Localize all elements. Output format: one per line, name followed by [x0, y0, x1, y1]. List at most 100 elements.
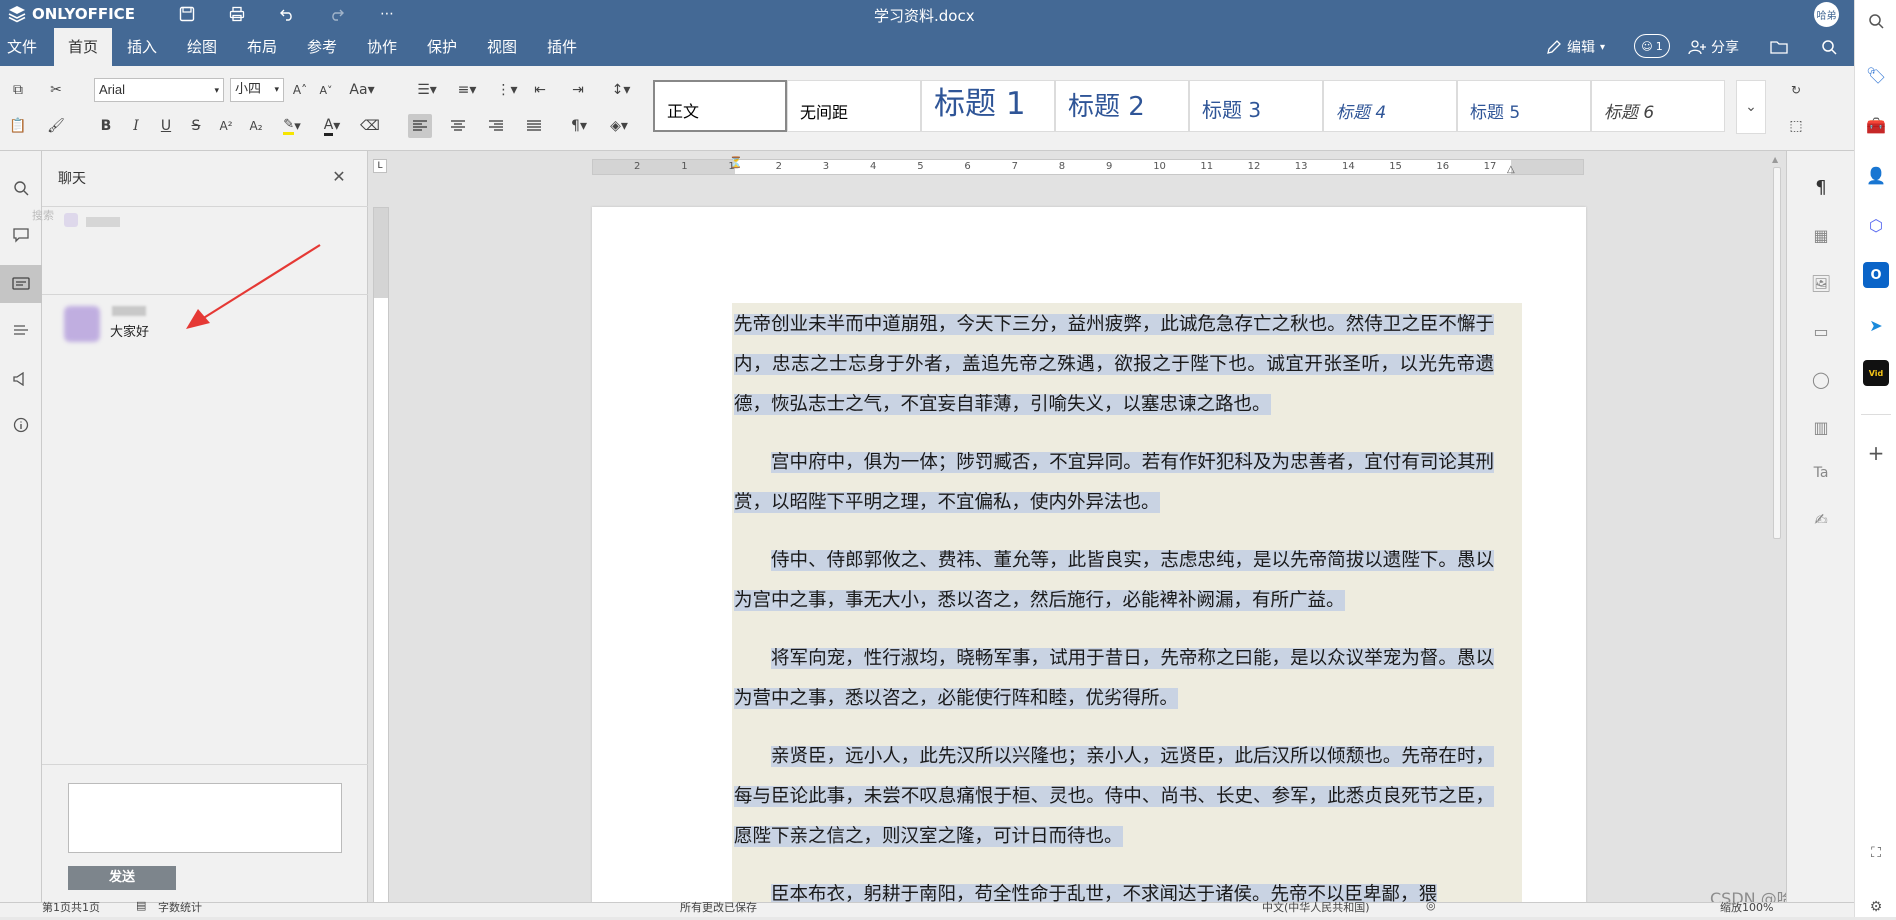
paragraph-3[interactable]: 侍中、侍郎郭攸之、费祎、董允等，此皆良实，志虑忠纯，是以先帝简拔以遗陛下。愚以为… — [734, 541, 1494, 621]
decrease-indent-icon[interactable]: ⇤ — [528, 78, 552, 102]
vertical-ruler[interactable] — [373, 207, 389, 902]
font-name-select[interactable]: Arial ▾ — [94, 78, 224, 102]
style-heading-5[interactable]: 标题 5 — [1457, 80, 1591, 132]
bullet-list-icon[interactable]: ☰▾ — [410, 78, 444, 102]
share-button[interactable]: 分享 — [1688, 28, 1739, 66]
style-heading-4[interactable]: 标题 4 — [1323, 80, 1457, 132]
paragraph-4[interactable]: 将军向宠，性行淑均，晓畅军事，试用于昔日，先帝称之曰能，是以众议举宠为督。愚以为… — [734, 639, 1494, 719]
line-spacing-icon[interactable]: ↕▾ — [604, 78, 638, 102]
vertical-scrollbar[interactable]: ▲ — [1772, 155, 1782, 900]
decrease-font-icon[interactable]: A˅ — [314, 78, 338, 102]
align-right-icon[interactable] — [484, 114, 508, 138]
style-heading-2[interactable]: 标题 2 — [1055, 80, 1189, 132]
font-size-select[interactable]: 小四 ▾ — [230, 78, 284, 102]
comments-icon[interactable] — [9, 223, 33, 247]
numbered-list-icon[interactable]: ≡▾ — [450, 78, 484, 102]
font-color-icon[interactable]: A ▾ — [316, 114, 348, 138]
chart-settings-icon[interactable]: ▥ — [1809, 415, 1833, 439]
scroll-thumb[interactable] — [1773, 167, 1781, 539]
add-plugin-icon[interactable]: + — [1863, 440, 1889, 466]
info-icon[interactable] — [9, 413, 33, 437]
styles-expand-icon[interactable]: ⌄ — [1736, 80, 1766, 134]
cut-icon[interactable]: ✂ — [44, 78, 68, 102]
tab-plugins[interactable]: 插件 — [540, 28, 584, 66]
word-count[interactable]: 字数统计 — [158, 899, 202, 915]
paragraph-6[interactable]: 臣本布衣，躬耕于南阳，苟全性命于乱世，不求闻达于诸侯。先帝不以臣卑鄙，猥 — [734, 875, 1494, 902]
scroll-up-icon[interactable]: ▲ — [1772, 155, 1778, 164]
strikethrough-button[interactable]: S — [184, 114, 208, 138]
paste-icon[interactable]: 📋 — [6, 114, 30, 138]
align-left-icon[interactable] — [408, 114, 432, 138]
tab-insert[interactable]: 插入 — [120, 28, 164, 66]
select-all-icon[interactable]: ⬚ — [1784, 114, 1808, 138]
zoom-level[interactable]: 缩放100% — [1720, 899, 1773, 915]
indent-marker-icon[interactable]: ⏳ — [729, 156, 743, 169]
paragraph-marks-icon[interactable]: ¶▾ — [564, 114, 594, 138]
tab-view[interactable]: 视图 — [480, 28, 524, 66]
clear-format-icon[interactable]: ⌫ — [358, 114, 382, 138]
increase-indent-icon[interactable]: ⇥ — [566, 78, 590, 102]
tab-home[interactable]: 首页 — [54, 28, 112, 66]
style-heading-1[interactable]: 标题 1 — [921, 80, 1055, 132]
more-icon[interactable]: ⋯ — [376, 3, 398, 25]
outlook-plugin-icon[interactable]: O — [1863, 262, 1889, 288]
horizontal-ruler[interactable]: 2 1 1 2 3 4 5 6 7 8 9 10 11 12 13 14 15 16 17 ⏳ △ — [592, 156, 1584, 175]
change-case-icon[interactable]: Aa▾ — [344, 78, 380, 102]
justify-icon[interactable] — [522, 114, 546, 138]
page-indicator[interactable]: 第1页共1页 — [42, 899, 100, 915]
feedback-icon[interactable] — [9, 367, 33, 391]
table-settings-icon[interactable]: ▦ — [1809, 223, 1833, 247]
subscript-icon[interactable]: A₂ — [244, 114, 268, 138]
paragraph-2[interactable]: 宫中府中，俱为一体；陟罚臧否，不宜异同。若有作奸犯科及为忠善者，宜付有司论其刑赏… — [734, 443, 1494, 523]
format-painter-icon[interactable]: 🖌 — [44, 114, 68, 138]
style-no-spacing[interactable]: 无间距 — [787, 80, 921, 132]
copilot-plugin-icon[interactable]: ⬡ — [1863, 212, 1889, 238]
print-icon[interactable] — [226, 3, 248, 25]
paragraph-1[interactable]: 先帝创业未半而中道崩殂，今天下三分，益州疲弊，此诚危急存亡之秋也。然侍卫之臣不懈… — [734, 305, 1494, 425]
textart-settings-icon[interactable]: Ta — [1809, 461, 1833, 485]
search-icon[interactable] — [1863, 8, 1889, 34]
tab-protection[interactable]: 保护 — [420, 28, 464, 66]
right-indent-marker-icon[interactable]: △ — [1507, 164, 1515, 175]
signature-settings-icon[interactable]: ✍ — [1809, 507, 1833, 531]
style-heading-6[interactable]: 标题 6 — [1591, 80, 1725, 132]
tab-draw[interactable]: 绘图 — [180, 28, 224, 66]
copy-icon[interactable]: ⧉ — [6, 78, 30, 102]
tag-plugin-icon[interactable]: 🏷 — [1863, 62, 1889, 88]
header-footer-icon[interactable]: ▭ — [1809, 319, 1833, 343]
spellcheck-icon[interactable]: ◎ — [1426, 899, 1436, 912]
language-select[interactable]: 中文(中华人民共和国) — [1262, 899, 1370, 915]
multilevel-list-icon[interactable]: ⋮▾ — [490, 78, 524, 102]
italic-button[interactable]: I — [124, 114, 148, 138]
tab-layout[interactable]: 布局 — [240, 28, 284, 66]
ruler-corner[interactable]: L — [373, 159, 387, 173]
highlight-icon[interactable]: ✎ ▾ — [276, 114, 308, 138]
search-icon[interactable] — [9, 176, 33, 200]
telegram-plugin-icon[interactable]: ➤ — [1863, 312, 1889, 338]
shape-settings-icon[interactable]: ◯ — [1809, 367, 1833, 391]
document-page[interactable]: 先帝创业未半而中道崩殂，今天下三分，益州疲弊，此诚危急存亡之秋也。然侍卫之臣不懈… — [592, 207, 1586, 902]
tab-references[interactable]: 参考 — [300, 28, 344, 66]
shading-icon[interactable]: ◈▾ — [602, 114, 636, 138]
users-button[interactable]: ☺ 1 — [1634, 34, 1670, 58]
send-button[interactable]: 发送 — [68, 866, 176, 890]
tab-file[interactable]: 文件 — [0, 28, 44, 66]
user-avatar[interactable]: 哈弟 — [1814, 2, 1839, 27]
toolbox-plugin-icon[interactable]: 🧰 — [1863, 112, 1889, 138]
underline-button[interactable]: U — [154, 114, 178, 138]
search-icon[interactable] — [1818, 36, 1840, 58]
bold-button[interactable]: B — [94, 114, 118, 138]
message-input[interactable] — [68, 783, 342, 853]
undo-icon[interactable] — [276, 3, 298, 25]
chat-icon[interactable] — [0, 265, 42, 303]
edit-mode-button[interactable]: 编辑 ▾ — [1546, 28, 1605, 66]
increase-font-icon[interactable]: A˄ — [288, 78, 312, 102]
style-normal[interactable]: 正文 — [653, 80, 787, 132]
paragraph-5[interactable]: 亲贤臣，远小人，此先汉所以兴隆也；亲小人，远贤臣，此后汉所以倾颓也。先帝在时，每… — [734, 737, 1494, 857]
open-location-icon[interactable] — [1768, 36, 1790, 58]
save-icon[interactable] — [176, 3, 198, 25]
paragraph-settings-icon[interactable]: ¶ — [1809, 175, 1833, 199]
redo-icon[interactable] — [326, 3, 348, 25]
vidhub-plugin-icon[interactable]: Vid — [1863, 360, 1889, 386]
superscript-icon[interactable]: A² — [214, 114, 238, 138]
